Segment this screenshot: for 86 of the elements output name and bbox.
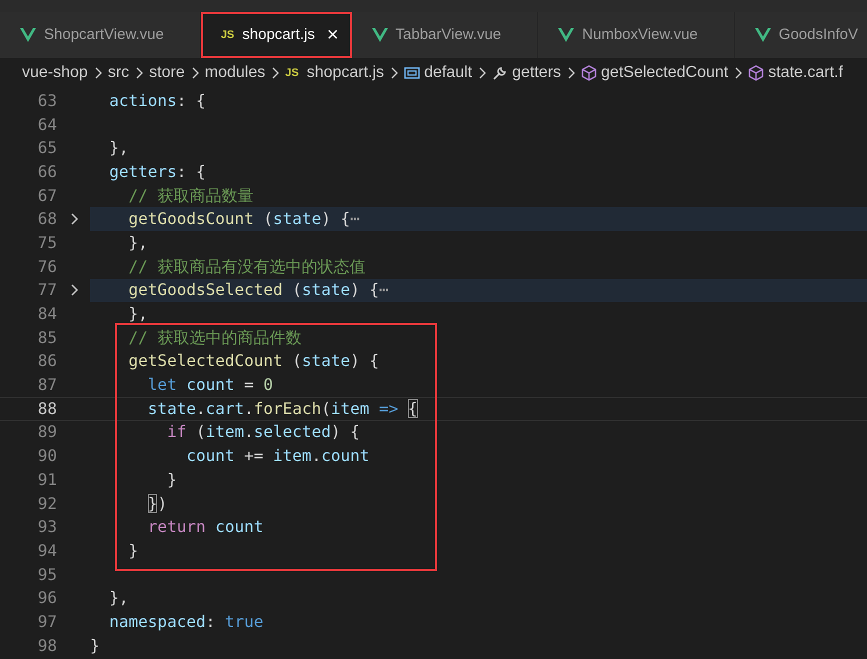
tab-label: NumboxView.vue	[582, 24, 698, 45]
editor-tab[interactable]: JS shopcart.js ×	[200, 12, 352, 58]
chevron-icon	[477, 66, 488, 80]
code-line: }	[128, 540, 138, 562]
chevron-icon	[92, 66, 103, 80]
line-number: 96	[36, 587, 57, 610]
cube-icon	[748, 65, 764, 81]
editor-tab[interactable]: TabbarView.vue	[352, 12, 538, 58]
line-number: 84	[36, 303, 57, 326]
code-line: },	[108, 137, 129, 160]
line-number: 94	[36, 540, 57, 562]
wrench-icon	[492, 65, 508, 81]
editor-tab[interactable]: NumboxView.vue	[538, 12, 735, 58]
code-line: count += item.count	[185, 445, 370, 468]
chevron-icon	[566, 66, 576, 80]
line-number: 92	[36, 492, 57, 515]
code-line: return count	[146, 516, 264, 538]
breadcrumb-item[interactable]: getters	[512, 61, 562, 85]
code-line: getGoodsCount (state) {⋯	[128, 208, 360, 230]
v-logo-icon	[754, 28, 771, 42]
js-file-icon: JS	[220, 26, 234, 44]
tab-label: shopcart.js	[242, 24, 315, 45]
line-number: 68	[36, 208, 57, 230]
line-number: 75	[36, 232, 57, 254]
line-number: 90	[36, 445, 57, 468]
line-number: 86	[36, 350, 57, 372]
breadcrumb-item[interactable]: getSelectedCount	[601, 61, 728, 85]
code-line: }	[90, 634, 100, 657]
close-icon[interactable]: ×	[326, 25, 339, 45]
js-file-icon: JS	[285, 64, 299, 82]
code-line: if (item.selected) {	[166, 421, 360, 444]
line-number: 67	[36, 184, 57, 207]
line-number: 87	[36, 374, 57, 396]
code-line: },	[108, 587, 129, 610]
code-line: // 获取选中的商品件数	[128, 326, 302, 349]
breadcrumb-item[interactable]: src	[108, 61, 130, 85]
line-number: 97	[36, 610, 57, 633]
line-number: 88	[36, 398, 57, 420]
code-line: },	[128, 303, 148, 326]
line-number: 63	[36, 90, 57, 112]
v-logo-icon	[558, 28, 574, 42]
chevron-icon[interactable]	[68, 212, 78, 226]
code-line: getters: {	[108, 160, 206, 183]
breadcrumb-item[interactable]: vue-shop	[22, 61, 88, 85]
code-line: // 获取商品有没有选中的状态值	[128, 256, 366, 278]
module-icon	[404, 66, 420, 80]
code-line: })	[146, 492, 168, 515]
line-number: 98	[36, 634, 57, 657]
line-number: 77	[36, 279, 57, 302]
chevron-icon	[389, 66, 400, 80]
line-number: 64	[36, 114, 57, 136]
line-number: 66	[36, 160, 57, 183]
code-line: state.cart.forEach(item => {	[146, 398, 418, 420]
code-line: }	[166, 468, 177, 491]
tab-label: GoodsInfoV	[778, 24, 858, 45]
breadcrumb-item[interactable]: default	[424, 61, 472, 85]
line-number: 85	[36, 326, 57, 349]
chevron-icon	[270, 66, 280, 80]
code-line: // 获取商品数量	[128, 184, 254, 207]
line-number: 89	[36, 421, 57, 444]
tab-label: ShopcartView.vue	[44, 24, 164, 45]
breadcrumb-item[interactable]: store	[149, 61, 185, 85]
breadcrumb-item[interactable]: modules	[204, 61, 266, 85]
cube-icon	[581, 65, 598, 81]
line-number: 91	[36, 468, 57, 491]
tab-label: TabbarView.vue	[396, 24, 502, 45]
code-line: let count = 0	[146, 374, 274, 396]
code-line: namespaced: true	[108, 610, 264, 633]
line-number: 95	[36, 564, 57, 586]
line-number: 65	[36, 137, 57, 160]
code-line: getGoodsSelected (state) {⋯	[128, 279, 389, 302]
editor-tab[interactable]: GoodsInfoV	[734, 12, 867, 58]
v-logo-icon	[20, 28, 36, 42]
editor-tab[interactable]: ShopcartView.vue	[0, 12, 201, 58]
v-logo-icon	[372, 28, 388, 42]
chevron-icon[interactable]	[68, 283, 78, 298]
line-number: 93	[36, 516, 57, 538]
breadcrumb-item[interactable]: shopcart.js	[306, 61, 384, 85]
chevron-icon	[190, 66, 200, 80]
chevron-icon	[134, 66, 144, 80]
code-line: getSelectedCount (state) {	[128, 350, 379, 372]
line-number: 76	[36, 256, 57, 278]
code-line: actions: {	[108, 90, 206, 112]
code-line: },	[128, 232, 148, 254]
chevron-icon	[733, 66, 744, 80]
breadcrumb-item[interactable]: state.cart.f	[768, 61, 843, 85]
